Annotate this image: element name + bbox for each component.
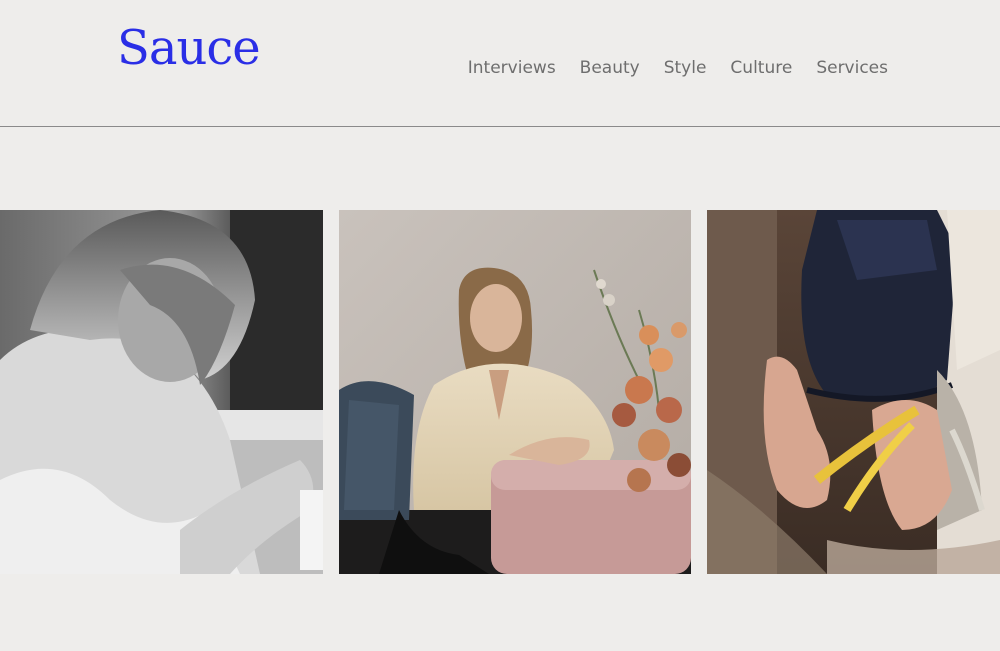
woman-on-sofa-photo bbox=[339, 210, 691, 574]
nav-item-beauty[interactable]: Beauty bbox=[580, 58, 640, 78]
main-nav: Interviews Beauty Style Culture Services bbox=[468, 58, 888, 78]
nav-item-style[interactable]: Style bbox=[664, 58, 707, 78]
gallery-tile-tailoring[interactable] bbox=[707, 210, 1000, 574]
nav-item-services[interactable]: Services bbox=[816, 58, 888, 78]
nav-item-interviews[interactable]: Interviews bbox=[468, 58, 556, 78]
site-header: Sauce Interviews Beauty Style Culture Se… bbox=[0, 0, 1000, 127]
image-gallery bbox=[0, 210, 1000, 574]
nav-item-culture[interactable]: Culture bbox=[730, 58, 792, 78]
woman-sewing-photo bbox=[0, 210, 323, 574]
hands-measuring-photo bbox=[707, 210, 1000, 574]
gallery-tile-sofa[interactable] bbox=[339, 210, 691, 574]
gallery-tile-sewing[interactable] bbox=[0, 210, 323, 574]
site-logo[interactable]: Sauce bbox=[117, 24, 261, 72]
